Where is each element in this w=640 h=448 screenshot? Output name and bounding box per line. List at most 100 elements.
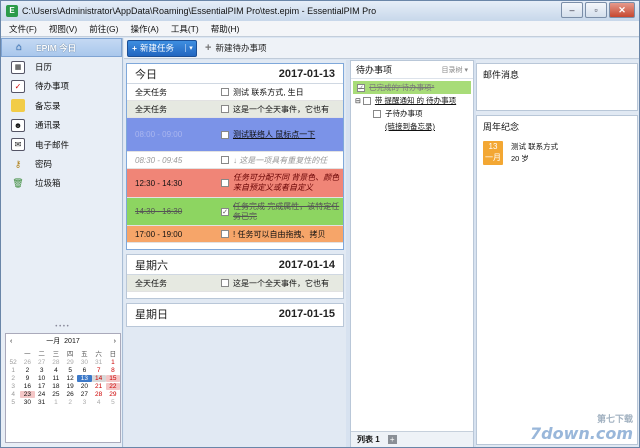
- event-checkbox[interactable]: [221, 279, 229, 287]
- calendar-day[interactable]: 26: [63, 391, 77, 398]
- sidebar-item-todo[interactable]: ✓ 待办事项: [1, 77, 122, 96]
- calendar-day[interactable]: 13: [77, 375, 92, 382]
- sidebar-item-contacts[interactable]: ☻ 通讯录: [1, 116, 122, 135]
- todo-checkbox[interactable]: [357, 83, 365, 92]
- calendar-day[interactable]: 23: [20, 391, 35, 398]
- collapse-icon[interactable]: ⊟: [355, 97, 361, 105]
- calendar-day[interactable]: 1: [106, 359, 120, 366]
- todo-link[interactable]: (链接到备忘录): [351, 120, 473, 133]
- calendar-day[interactable]: 19: [63, 383, 77, 390]
- calendar-day[interactable]: 22: [105, 383, 120, 390]
- sidebar-item-passwords[interactable]: ⚷ 密码: [1, 154, 122, 173]
- todo-checkbox[interactable]: [373, 109, 381, 118]
- calendar-day[interactable]: 7: [92, 367, 106, 374]
- sidebar-item-trash[interactable]: 🗑 垃圾箱: [1, 174, 122, 193]
- tab-list-1[interactable]: 列表 1: [357, 434, 380, 445]
- calendar-day[interactable]: 21: [92, 383, 106, 390]
- calendar-day[interactable]: 9: [20, 375, 34, 382]
- event-row[interactable]: 全天任务 测试 联系方式, 生日: [127, 84, 343, 101]
- calendar-day[interactable]: 6: [77, 367, 91, 374]
- event-checkbox[interactable]: [221, 230, 229, 238]
- event-row[interactable]: 08:00 - 09:00 测试联络人 鼠标点一下: [127, 118, 343, 152]
- calendar-day[interactable]: 30: [77, 359, 91, 366]
- calendar-day[interactable]: 4: [92, 399, 106, 406]
- day-saturday[interactable]: 星期六 2017-01-14 全天任务 这是一个全天事件，它也有: [126, 254, 344, 299]
- day-today[interactable]: 今日 2017-01-13 全天任务 测试 联系方式, 生日 全天任务 这是一个…: [126, 63, 344, 250]
- sidebar-item-notes[interactable]: 备忘录: [1, 96, 122, 115]
- calendar-day[interactable]: 18: [49, 383, 63, 390]
- calendar-day[interactable]: 26: [20, 359, 34, 366]
- maximize-icon[interactable]: ▫: [585, 2, 607, 18]
- mini-calendar-year[interactable]: 2017: [64, 338, 80, 345]
- event-row[interactable]: 17:00 - 19:00 ! 任务可以自由拖拽、拷贝: [127, 226, 343, 243]
- calendar-day[interactable]: 12: [63, 375, 77, 382]
- calendar-day[interactable]: 28: [49, 359, 63, 366]
- event-checkbox[interactable]: [221, 207, 229, 216]
- minimize-icon[interactable]: –: [561, 2, 583, 18]
- menu-actions[interactable]: 操作(A): [130, 23, 158, 35]
- menu-go[interactable]: 前往(G): [89, 23, 118, 35]
- calendar-day[interactable]: 30: [20, 399, 34, 406]
- calendar-day[interactable]: 31: [35, 399, 49, 406]
- calendar-day[interactable]: 27: [77, 391, 91, 398]
- calendar-day[interactable]: 4: [49, 367, 63, 374]
- calendar-day[interactable]: 2: [20, 367, 34, 374]
- event-checkbox[interactable]: [221, 88, 229, 96]
- event-row[interactable]: 全天任务 这是一个全天事件，它也有: [127, 101, 343, 118]
- event-checkbox[interactable]: [221, 130, 229, 139]
- close-icon[interactable]: ✕: [609, 2, 635, 18]
- calendar-day[interactable]: 29: [63, 359, 77, 366]
- splitter-grip[interactable]: • • • •: [1, 324, 123, 330]
- add-list-icon[interactable]: +: [387, 435, 397, 444]
- calendar-day[interactable]: 31: [92, 359, 106, 366]
- calendar-day[interactable]: 10: [35, 375, 49, 382]
- calendar-day[interactable]: 24: [35, 391, 49, 398]
- calendar-day[interactable]: 5: [63, 367, 77, 374]
- next-month-icon[interactable]: ›: [114, 338, 116, 345]
- calendar-day[interactable]: 3: [77, 399, 91, 406]
- todo-item[interactable]: 子待办事项: [351, 107, 473, 120]
- menu-view[interactable]: 视图(V): [49, 23, 77, 35]
- calendar-day[interactable]: 1: [49, 399, 63, 406]
- event-row[interactable]: 08:30 - 09:45 ↓ 这是一项具有重复性的任: [127, 152, 343, 169]
- calendar-day[interactable]: 5: [106, 399, 120, 406]
- todo-checkbox[interactable]: [362, 96, 371, 105]
- calendar-day[interactable]: 16: [20, 383, 34, 390]
- sidebar-item-label: 备忘录: [35, 100, 61, 111]
- chevron-down-icon[interactable]: ▾: [185, 44, 196, 52]
- day-sunday[interactable]: 星期日 2017-01-15: [126, 303, 344, 327]
- calendar-day[interactable]: 27: [35, 359, 49, 366]
- calendar-day[interactable]: 28: [92, 391, 106, 398]
- event-row[interactable]: 14:30 - 16:30 任务完成 完成属性，该特定任务已完: [127, 198, 343, 226]
- new-task-button[interactable]: + 新建任务 ▾: [127, 39, 197, 57]
- mini-calendar-month[interactable]: 一月: [46, 338, 60, 345]
- weekday-header: 日: [109, 351, 117, 358]
- sidebar-item-calendar[interactable]: ▦ 日历: [1, 57, 122, 76]
- event-row[interactable]: 12:30 - 14:30 任务可分配不同 背景色、颜色来自预定义或者自定义: [127, 169, 343, 198]
- calendar-day[interactable]: 11: [49, 375, 63, 382]
- menu-help[interactable]: 帮助(H): [211, 23, 240, 35]
- calendar-day[interactable]: 8: [106, 367, 120, 374]
- calendar-day[interactable]: 15: [105, 375, 120, 382]
- sidebar-item-email[interactable]: ✉ 电子邮件: [1, 135, 122, 154]
- event-row[interactable]: 全天任务 这是一个全天事件，它也有: [127, 275, 343, 292]
- calendar-day[interactable]: 2: [63, 399, 77, 406]
- calendar-day[interactable]: 3: [35, 367, 49, 374]
- prev-month-icon[interactable]: ‹: [10, 338, 12, 345]
- menu-file[interactable]: 文件(F): [9, 23, 37, 35]
- event-checkbox[interactable]: [221, 105, 229, 113]
- todo-sort-dropdown[interactable]: 目录树 ▾: [442, 65, 468, 75]
- todo-item[interactable]: ⊟ 带 提醒通知 的 待办事项: [351, 94, 473, 107]
- sidebar-item-today[interactable]: ⌂ EPIM 今日: [1, 38, 122, 58]
- anniversary-item[interactable]: 13 一月 测试 联系方式 20 岁: [477, 137, 637, 169]
- calendar-day[interactable]: 17: [35, 383, 49, 390]
- calendar-day[interactable]: 25: [49, 391, 63, 398]
- calendar-day[interactable]: 14: [91, 375, 106, 382]
- menu-tools[interactable]: 工具(T): [171, 23, 199, 35]
- calendar-day[interactable]: 29: [106, 391, 120, 398]
- event-checkbox[interactable]: [221, 179, 229, 187]
- calendar-day[interactable]: 20: [77, 383, 91, 390]
- todo-item[interactable]: 已完成的"待办事项": [353, 81, 471, 94]
- event-checkbox[interactable]: [221, 156, 229, 164]
- new-todo-button[interactable]: + 新建待办事项: [205, 42, 266, 54]
